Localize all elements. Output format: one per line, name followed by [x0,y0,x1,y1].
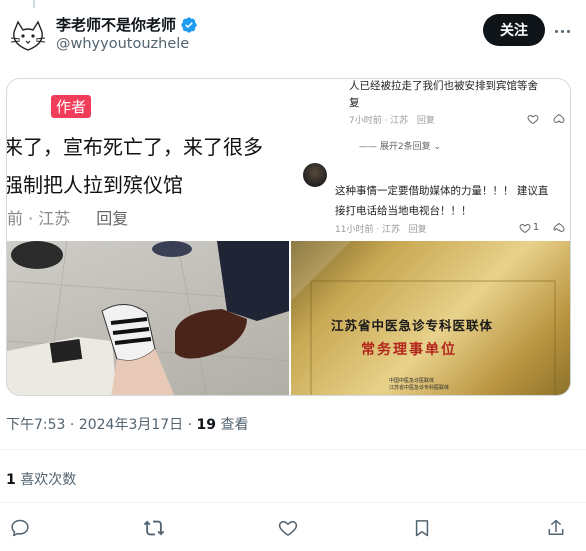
name-row: 李老师不是你老师 [56,14,198,35]
comment-meta-a: 7小时前 · 江苏 回复 [349,113,435,126]
media-image-3[interactable] [7,241,289,395]
plaque-small-text-2: 江苏省中医急诊专科医联体 [389,385,450,391]
dislike-icon [553,222,565,233]
screenshot-meta: 前 · 江苏 回复 [7,205,128,229]
retweet-icon[interactable] [142,516,166,540]
comment-meta-b: 11小时前 · 江苏 回复 [335,222,427,235]
tweet-time[interactable]: 下午7:53 [6,417,65,433]
heart-icon [527,114,539,125]
comment-reply-a: 回复 [416,116,435,126]
commenter-avatar [303,163,327,187]
divider [0,502,586,503]
screenshot-meta-location: 前 · 江苏 [7,209,71,228]
media-image-1[interactable]: 作者 来了，宣布死亡了，来了很多 强制把人拉到殡仪馆 前 · 江苏 回复 [7,79,289,239]
media-image-4[interactable]: 江苏省中医急诊专科医联体 常务理事单位 中国中医急诊医联体 江苏省中医急诊专科医… [291,241,570,395]
reply-icon[interactable] [8,516,32,540]
author-badge: 作者 [51,95,92,118]
action-bar [0,513,586,543]
divider [0,449,586,450]
verified-badge-icon [180,16,198,34]
plaque-title: 江苏省中医急诊专科医联体 [331,318,494,333]
expand-replies-label: 展开2条回复 [379,142,431,152]
heart-icon [519,223,531,234]
likes-count: 1 [6,472,16,488]
views-label: 查看 [220,417,249,433]
follow-button[interactable]: 关注 [483,14,545,46]
share-icon[interactable] [544,516,568,540]
views-count: 19 [196,417,217,433]
comment-text-a2: 复 [349,97,360,109]
user-handle[interactable]: @whyyoutouzhele [56,36,189,52]
avatar[interactable] [8,16,48,56]
comment-text-b2: 接打电话给当地电视台！！！ [335,205,472,217]
comment-reply-b: 回复 [408,225,427,235]
dislike-icon [553,113,565,124]
likes-label: 喜欢次数 [20,472,77,488]
bookmark-icon[interactable] [410,516,434,540]
thread-connector [33,0,35,8]
tweet-header: 李老师不是你老师 @whyyoutouzhele 关注 [0,8,586,56]
media-grid[interactable]: 作者 来了，宣布死亡了，来了很多 强制把人拉到殡仪馆 前 · 江苏 回复 人已经被… [6,78,571,396]
screenshot-text-line-1: 来了，宣布死亡了，来了很多 [7,135,263,159]
comment-text-b1: 这种事情一定要借助媒体的力量！！！ 建议直 [335,185,549,197]
comment-text-a: 人已经被拉走了我们也被安排到宾馆等舍 [349,80,538,92]
plaque-small-text-1: 中国中医急诊医联体 [389,378,435,384]
tweet-date[interactable]: 2024年3月17日 [79,417,183,433]
floor-scene-photo [7,241,289,395]
comment-meta-a-time: 7小时前 · 江苏 [349,116,409,126]
comment-like-count: 1 [533,222,540,233]
screenshot-text-line-2: 强制把人拉到殡仪馆 [7,173,183,197]
plaque-subtitle: 常务理事单位 [361,342,457,358]
display-name[interactable]: 李老师不是你老师 [56,14,176,35]
likes-summary[interactable]: 1 喜欢次数 [6,469,76,489]
tweet-timestamp: 下午7:53 · 2024年3月17日 · 19 查看 [6,417,249,433]
comment-meta-b-time: 11小时前 · 江苏 [335,225,401,235]
media-image-2[interactable]: 人已经被拉走了我们也被安排到宾馆等舍 复 7小时前 · 江苏 回复 —— 展开2… [291,79,570,239]
like-icon[interactable] [276,516,300,540]
screenshot-reply: 回复 [96,209,129,228]
more-options-icon[interactable] [553,22,571,40]
expand-replies: —— 展开2条回复 ⌄ [359,142,442,152]
